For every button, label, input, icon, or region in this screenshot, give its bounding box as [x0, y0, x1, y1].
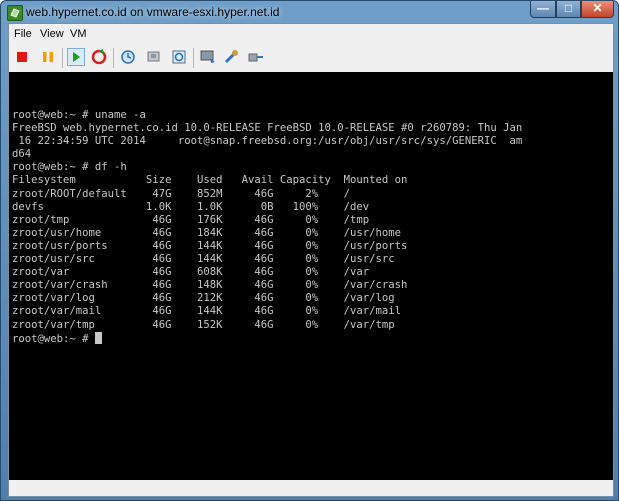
console-line: FreeBSD web.hypernet.co.id 10.0-RELEASE … [12, 122, 523, 135]
snapshot-revert-icon [147, 51, 160, 62]
power-on-button[interactable] [67, 48, 85, 66]
take-snapshot-button[interactable] [119, 48, 137, 66]
console-line: zroot/var/mail 46G 144K 46G 0% /var/mail [12, 305, 402, 318]
console-prompt: root@web:~ # [12, 332, 95, 345]
toolbar [9, 44, 613, 70]
toolbar-separator [62, 48, 63, 68]
vm-console-screen[interactable]: root@web:~ # uname -a FreeBSD web.hypern… [9, 72, 613, 480]
reset-icon [91, 49, 107, 65]
terminal-output: root@web:~ # uname -a FreeBSD web.hypern… [12, 109, 522, 346]
console-line: root@web:~ # df -h [12, 161, 127, 174]
console-line: zroot/tmp 46G 176K 46G 0% /tmp [12, 213, 370, 226]
play-icon [73, 52, 80, 62]
reset-button[interactable] [90, 48, 108, 66]
minimize-icon: — [537, 1, 549, 15]
close-icon: ✕ [592, 1, 603, 15]
vm-settings-button[interactable] [223, 48, 241, 66]
snapshot-manager-icon [172, 50, 186, 64]
console-line: root@web:~ # uname -a [12, 109, 146, 121]
console-line: d64 [12, 148, 32, 161]
maximize-icon: □ [564, 1, 573, 15]
console-line: zroot/usr/ports 46G 144K 46G 0% /usr/por… [12, 239, 408, 252]
console-line: zroot/usr/src 46G 144K 46G 0% /usr/src [12, 253, 395, 266]
menu-view[interactable]: View [40, 28, 64, 40]
stop-icon [17, 52, 27, 62]
title-bar[interactable]: web.hypernet.co.id on vmware-esxi.hyper.… [1, 1, 618, 23]
power-off-button[interactable] [13, 48, 31, 66]
menu-file[interactable]: File [14, 28, 32, 40]
snapshot-icon [121, 50, 135, 64]
window-title: web.hypernet.co.id on vmware-esxi.hyper.… [26, 5, 280, 19]
console-line: zroot/var/crash 46G 148K 46G 0% /var/cra… [12, 279, 408, 292]
snapshot-manager-button[interactable] [170, 48, 188, 66]
vmware-app-icon [7, 5, 23, 21]
minimize-button[interactable]: — [530, 1, 556, 18]
status-bar [9, 480, 613, 496]
menu-bar: File View VM [9, 24, 613, 44]
toolbar-separator [113, 48, 114, 68]
suspend-button[interactable] [39, 48, 57, 66]
console-button[interactable] [199, 48, 217, 66]
console-line: 16 22:34:59 UTC 2014 root@snap.freebsd.o… [12, 135, 523, 148]
settings-icon [224, 50, 238, 64]
connect-device-button[interactable] [247, 48, 265, 66]
console-line: devfs 1.0K 1.0K 0B 100% /dev [12, 200, 370, 213]
maximize-button[interactable]: □ [556, 1, 581, 18]
console-icon [200, 50, 215, 63]
toolbar-separator [193, 48, 194, 68]
vm-console-window: web.hypernet.co.id on vmware-esxi.hyper.… [0, 0, 619, 501]
console-line: zroot/var/log 46G 212K 46G 0% /var/log [12, 292, 395, 305]
console-line: zroot/var 46G 608K 46G 0% /var [12, 266, 370, 279]
connect-device-icon [248, 53, 263, 62]
client-area: File View VM root@web:~ # uname -a FreeB… [8, 23, 614, 497]
console-line: zroot/ROOT/default 47G 852M 46G 2% / [12, 187, 351, 200]
close-button[interactable]: ✕ [581, 1, 614, 18]
pause-icon [43, 52, 53, 62]
menu-vm[interactable]: VM [70, 28, 87, 40]
revert-snapshot-button[interactable] [145, 48, 163, 66]
console-line: Filesystem Size Used Avail Capacity Moun… [12, 174, 408, 187]
console-line: zroot/var/tmp 46G 152K 46G 0% /var/tmp [12, 318, 395, 331]
console-line: zroot/usr/home 46G 184K 46G 0% /usr/home [12, 226, 402, 239]
terminal-cursor [94, 331, 102, 344]
